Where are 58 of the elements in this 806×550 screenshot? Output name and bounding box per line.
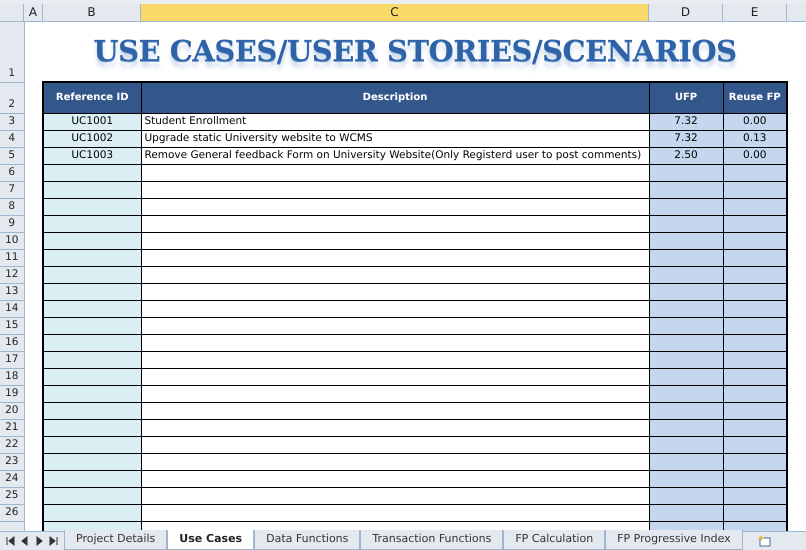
table-cell: Remove General feedback Form on University Website(Only Registerd user to post comments)	[141, 147, 649, 164]
next-sheet-icon[interactable]	[34, 536, 44, 546]
column-heading: Description	[141, 82, 649, 113]
row-number[interactable]: 9	[0, 215, 24, 232]
sheet-title: USE CASES/USER STORIES/SCENARIOS	[43, 22, 787, 82]
row-number[interactable]: 15	[0, 317, 24, 334]
row-number[interactable]: 16	[0, 334, 24, 351]
sheet-tab[interactable]: FP Calculation	[503, 530, 606, 550]
row-number[interactable]: 14	[0, 300, 24, 317]
sheet-tab[interactable]: Project Details	[64, 530, 168, 550]
table-cell: UC1001	[43, 113, 141, 130]
row-number[interactable]: 21	[0, 419, 24, 436]
table-cell: 7.32	[649, 130, 723, 147]
table-cell: Upgrade static University website to WCMS	[141, 130, 649, 147]
last-sheet-icon[interactable]	[48, 536, 58, 546]
column-header[interactable]: C	[141, 4, 649, 21]
row-number[interactable]: 6	[0, 164, 24, 181]
table-cell: Student Enrollment	[141, 113, 649, 130]
column-header[interactable]: E	[723, 4, 787, 21]
sheet-tab[interactable]: Data Functions	[254, 530, 360, 550]
column-header[interactable]: D	[649, 4, 723, 21]
row-number[interactable]: 25	[0, 487, 24, 504]
column-heading: UFP	[649, 82, 723, 113]
row-number[interactable]: 26	[0, 504, 24, 521]
row-number[interactable]: 3	[0, 113, 24, 130]
row-number[interactable]: 11	[0, 249, 24, 266]
table-cell: 0.00	[723, 113, 787, 130]
table-cell: 2.50	[649, 147, 723, 164]
table-cell: 7.32	[649, 113, 723, 130]
row-number[interactable]: 4	[0, 130, 24, 147]
column-heading: Reuse FP	[723, 82, 787, 113]
row-number[interactable]: 2	[0, 82, 24, 113]
row-number[interactable]: 12	[0, 266, 24, 283]
row-number[interactable]: 19	[0, 385, 24, 402]
table-cell: 0.13	[723, 130, 787, 147]
row-number[interactable]: 23	[0, 453, 24, 470]
row-number[interactable]: 8	[0, 198, 24, 215]
row-number[interactable]: 22	[0, 436, 24, 453]
insert-sheet-icon[interactable]	[756, 535, 771, 547]
table-cell: 0.00	[723, 147, 787, 164]
table-cell: UC1003	[43, 147, 141, 164]
first-sheet-icon[interactable]	[6, 536, 16, 546]
column-heading: Reference ID	[43, 82, 141, 113]
row-number[interactable]: 5	[0, 147, 24, 164]
row-number[interactable]: 7	[0, 181, 24, 198]
row-number[interactable]: 24	[0, 470, 24, 487]
previous-sheet-icon[interactable]	[20, 536, 30, 546]
row-number[interactable]: 1	[0, 22, 24, 82]
row-number[interactable]: 17	[0, 351, 24, 368]
sheet-tab[interactable]: Use Cases	[167, 530, 254, 550]
column-header[interactable]: A	[24, 4, 43, 21]
sheet-tab[interactable]: FP Progressive Index	[605, 530, 743, 550]
row-number[interactable]: 18	[0, 368, 24, 385]
table-cell: UC1002	[43, 130, 141, 147]
row-number[interactable]: 20	[0, 402, 24, 419]
row-number[interactable]: 10	[0, 232, 24, 249]
row-number[interactable]: 13	[0, 283, 24, 300]
sheet-tab[interactable]: Transaction Functions	[360, 530, 504, 550]
